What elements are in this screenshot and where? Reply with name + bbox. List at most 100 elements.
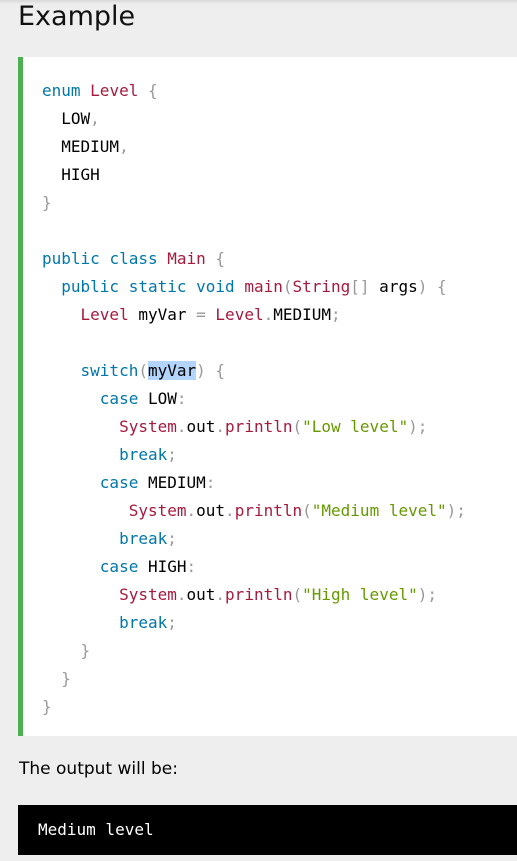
code-token: args: [369, 277, 418, 296]
code-line: case HIGH:: [42, 553, 466, 581]
code-token: HIGH: [138, 557, 187, 576]
code-token: );: [408, 417, 428, 436]
code-token: :: [186, 557, 197, 576]
code-token: System: [119, 585, 177, 604]
code-token: ,: [90, 109, 100, 128]
code-token: HIGH: [42, 165, 100, 184]
code-token: ): [417, 277, 428, 296]
page-title: Example: [18, 1, 136, 32]
code-token: out: [196, 501, 226, 520]
code-token: :: [176, 389, 187, 408]
code-token: =: [196, 305, 206, 324]
code-token: ;: [167, 529, 177, 548]
code-line: break;: [42, 525, 466, 553]
code-line: }: [42, 693, 466, 721]
code-token: (: [138, 361, 148, 380]
code-token: {: [215, 249, 226, 268]
code-token: Level: [90, 81, 139, 100]
code-token: static: [128, 277, 187, 296]
code-token: []: [350, 277, 370, 296]
code-token: ,: [119, 137, 129, 156]
code-token: class: [109, 249, 158, 268]
code-line: LOW,: [42, 105, 466, 133]
code-token: case: [99, 389, 139, 408]
code-line: }: [42, 637, 466, 665]
code-token: "High level": [302, 585, 418, 604]
code-token: println: [225, 417, 293, 436]
code-line: HIGH: [42, 161, 466, 189]
code-token: }: [61, 669, 71, 688]
code-token: enum: [42, 81, 81, 100]
code-token: .: [225, 501, 235, 520]
code-token: .: [263, 305, 274, 324]
code-token: }: [42, 697, 52, 716]
output-box: Medium level: [18, 805, 517, 855]
code-token: System: [119, 417, 177, 436]
code-line: case MEDIUM:: [42, 469, 466, 497]
code-line: }: [42, 665, 466, 693]
code-token: main: [244, 277, 283, 296]
code-token: (: [292, 585, 303, 604]
code-block[interactable]: enum Level { LOW, MEDIUM, HIGH} public cl…: [42, 77, 466, 721]
code-token: LOW: [42, 109, 91, 128]
code-token: MEDIUM: [273, 305, 332, 324]
code-token: myVar: [128, 305, 197, 324]
code-token: "Medium level": [311, 501, 447, 520]
code-token: }: [80, 641, 91, 660]
code-line: }: [42, 189, 466, 217]
code-token: case: [99, 557, 139, 576]
code-token: println: [234, 501, 303, 520]
code-token: MEDIUM: [138, 473, 206, 492]
code-line: break;: [42, 609, 466, 637]
code-token: );: [446, 501, 466, 520]
code-line: public class Main {: [42, 245, 466, 273]
output-label: The output will be:: [19, 759, 178, 779]
code-line: Level myVar = Level.MEDIUM;: [42, 301, 466, 329]
code-token: }: [42, 193, 52, 212]
code-line: case LOW:: [42, 385, 466, 413]
code-token: {: [215, 361, 226, 380]
code-line: System.out.println("Low level");: [42, 413, 466, 441]
code-line: System.out.println("High level");: [42, 581, 466, 609]
output-text[interactable]: Medium level: [38, 820, 154, 839]
code-token: );: [417, 585, 437, 604]
code-token: MEDIUM: [42, 137, 120, 156]
code-line: System.out.println("Medium level");: [42, 497, 466, 525]
code-token: .: [176, 417, 187, 436]
code-line: switch(myVar) {: [42, 357, 466, 385]
code-token: break: [119, 529, 168, 548]
code-token: println: [225, 585, 293, 604]
code-line: MEDIUM,: [42, 133, 466, 161]
code-token: case: [99, 473, 139, 492]
code-token: (: [302, 501, 312, 520]
code-token: Level: [215, 305, 264, 324]
code-token: ): [196, 361, 206, 380]
code-token: ;: [167, 613, 177, 632]
code-token: String: [292, 277, 351, 296]
code-token: System: [128, 501, 187, 520]
code-token: break: [119, 445, 168, 464]
code-line: break;: [42, 441, 466, 469]
code-token: .: [215, 585, 226, 604]
